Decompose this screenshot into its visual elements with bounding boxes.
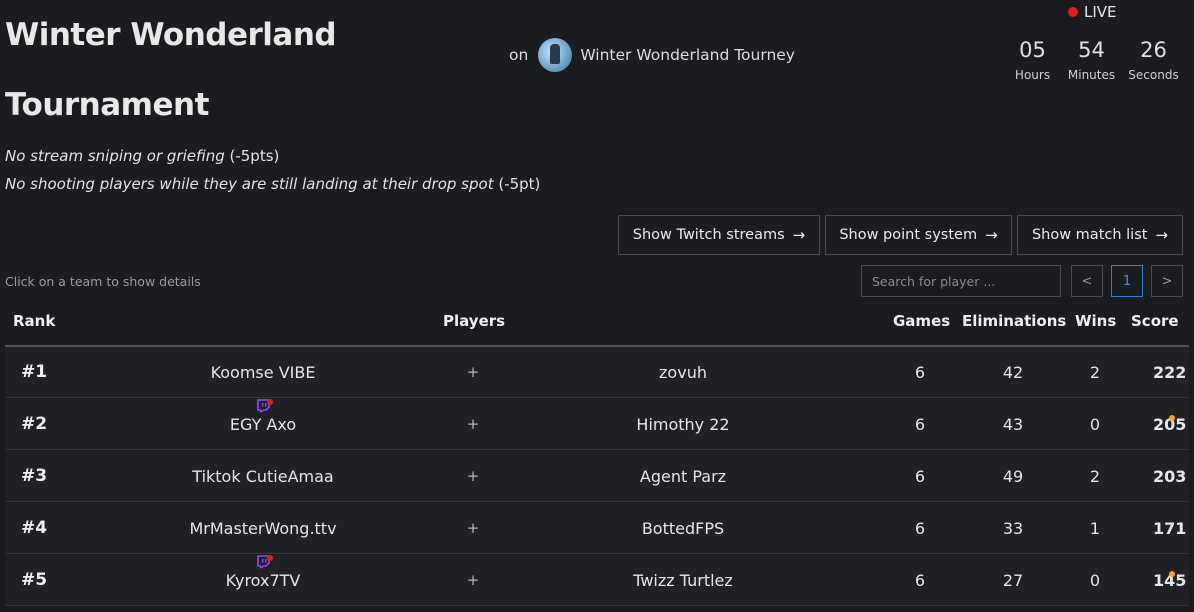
rank-cell: #3: [21, 466, 48, 486]
table-row[interactable]: #4 MrMasterWong.ttv + BottedFPS 6 33 1 171: [5, 503, 1189, 554]
show-twitch-streams-button[interactable]: Show Twitch streams →: [618, 215, 820, 255]
twitch-live-icon[interactable]: [256, 399, 273, 413]
show-match-list-button[interactable]: Show match list →: [1017, 215, 1183, 255]
table-row[interactable]: #5 Kyrox7TV + Twizz Turtlez 6 27 0 145: [5, 555, 1189, 606]
table-header: Rank Players Games Eliminations Wins Sco…: [0, 312, 1194, 332]
player-1-name[interactable]: Koomse VIBE: [211, 347, 316, 398]
button-label: Show Twitch streams: [632, 227, 785, 243]
host-info: on Winter Wonderland Tourney: [509, 37, 795, 73]
plus-icon: +: [466, 467, 480, 485]
wins-cell: 1: [1089, 519, 1101, 538]
rule-penalty: (-5pt): [493, 175, 541, 193]
countdown-hours: 05 Hours: [1010, 36, 1055, 82]
player-2-name[interactable]: zovuh: [583, 347, 783, 398]
rule-item: No shooting players while they are still…: [5, 170, 540, 198]
eliminations-cell: 42: [1002, 363, 1024, 382]
plus-icon: +: [466, 415, 480, 433]
player-2-name[interactable]: Twizz Turtlez: [583, 555, 783, 606]
games-cell: 6: [914, 519, 926, 538]
plus-icon: +: [466, 519, 480, 537]
minutes-value: 54: [1078, 38, 1105, 62]
wins-cell: 0: [1089, 571, 1101, 590]
wins-cell: 0: [1089, 415, 1101, 434]
rule-penalty: (-5pts): [224, 147, 280, 165]
header-eliminations[interactable]: Eliminations: [962, 312, 1066, 330]
rules-list: No stream sniping or griefing (-5pts) No…: [5, 142, 540, 198]
games-cell: 6: [914, 363, 926, 382]
seconds-value: 26: [1140, 38, 1167, 62]
table-row[interactable]: #2 EGY Axo + Himothy 22 6 43 0 205: [5, 399, 1189, 450]
wins-cell: 2: [1089, 363, 1101, 382]
rank-cell: #4: [21, 518, 48, 538]
score-value: 203: [1153, 467, 1187, 486]
rank-cell: #5: [21, 570, 48, 590]
tournament-logo-icon[interactable]: [538, 38, 573, 72]
rank-cell: #2: [21, 414, 48, 434]
header-score[interactable]: Score: [1131, 312, 1179, 330]
countdown-minutes: 54 Minutes: [1059, 36, 1124, 82]
host-prefix: on: [509, 46, 529, 64]
score-value: 205: [1153, 415, 1187, 434]
eliminations-cell: 49: [1002, 467, 1024, 486]
table-row[interactable]: #3 Tiktok CutieAmaa + Agent Parz 6 49 2 203: [5, 451, 1189, 502]
rank-cell: #1: [21, 362, 48, 382]
hours-value: 05: [1019, 38, 1046, 62]
countdown-seconds: 26 Seconds: [1126, 36, 1181, 82]
games-cell: 6: [914, 467, 926, 486]
button-label: Show point system: [839, 227, 978, 243]
plus-icon: +: [466, 363, 480, 381]
wins-cell: 2: [1089, 467, 1101, 486]
minutes-label: Minutes: [1067, 68, 1116, 82]
seconds-label: Seconds: [1128, 68, 1179, 82]
hours-label: Hours: [1014, 68, 1051, 82]
score-value: 145: [1153, 571, 1187, 590]
eliminations-cell: 33: [1002, 519, 1024, 538]
countdown-timer: 05 Hours 54 Minutes 26 Seconds: [1010, 36, 1185, 82]
player-search-input[interactable]: [861, 265, 1061, 297]
player-2-name[interactable]: BottedFPS: [583, 503, 783, 554]
score-indicator-dot: [1169, 415, 1175, 421]
live-indicator: LIVE: [1068, 3, 1117, 21]
header-games[interactable]: Games: [893, 312, 950, 330]
score-indicator-dot: [1169, 571, 1175, 577]
pagination-page-1[interactable]: 1: [1111, 265, 1143, 297]
rule-text: No stream sniping or griefing: [5, 147, 225, 165]
score-value: 171: [1153, 519, 1187, 538]
score-value: 222: [1153, 363, 1187, 382]
player-2-name[interactable]: Himothy 22: [583, 399, 783, 450]
player-1-name[interactable]: Tiktok CutieAmaa: [192, 451, 333, 502]
live-dot-icon: [267, 555, 273, 561]
eliminations-cell: 27: [1002, 571, 1024, 590]
page-title: Winter Wonderland Tournament: [5, 17, 337, 123]
live-dot-icon: [1068, 7, 1078, 17]
player-1-name[interactable]: MrMasterWong.ttv: [189, 503, 336, 554]
arrow-right-icon: →: [792, 226, 806, 244]
button-label: Show match list: [1031, 227, 1148, 243]
rule-item: No stream sniping or griefing (-5pts): [5, 142, 540, 170]
header-wins[interactable]: Wins: [1075, 312, 1116, 330]
host-name-link[interactable]: Winter Wonderland Tourney: [580, 46, 795, 64]
rule-text: No shooting players while they are still…: [5, 175, 494, 193]
games-cell: 6: [914, 415, 926, 434]
games-cell: 6: [914, 571, 926, 590]
arrow-right-icon: →: [1155, 226, 1169, 244]
twitch-live-icon[interactable]: [256, 555, 273, 569]
live-dot-icon: [267, 399, 273, 405]
pagination-prev-button[interactable]: <: [1071, 265, 1103, 297]
team-details-hint: Click on a team to show details: [5, 274, 201, 289]
player-2-name[interactable]: Agent Parz: [583, 451, 783, 502]
plus-icon: +: [466, 571, 480, 589]
header-rank[interactable]: Rank: [13, 312, 55, 330]
header-players: Players: [443, 312, 506, 330]
arrow-right-icon: →: [985, 226, 998, 244]
pagination-next-button[interactable]: >: [1151, 265, 1183, 297]
live-label: LIVE: [1084, 3, 1117, 21]
eliminations-cell: 43: [1002, 415, 1024, 434]
show-point-system-button[interactable]: Show point system →: [825, 215, 1012, 255]
table-row[interactable]: #1 Koomse VIBE + zovuh 6 42 2 222: [5, 347, 1189, 398]
